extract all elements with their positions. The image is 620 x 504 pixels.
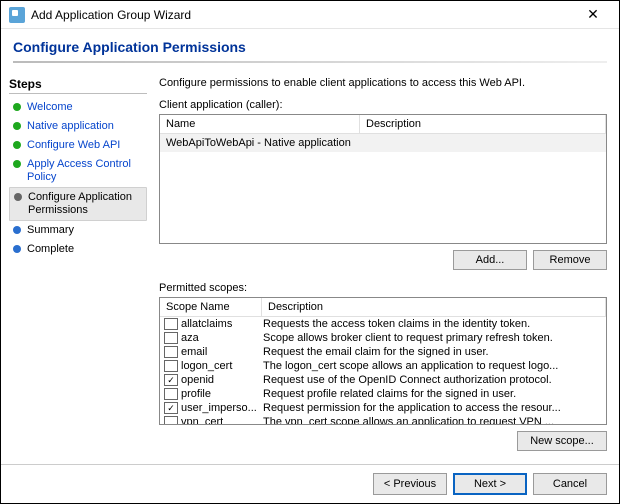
client-app-label: Client application (caller): [159, 99, 607, 111]
scope-description: The vpn_cert scope allows an application… [263, 416, 606, 424]
main-panel: Configure permissions to enable client a… [151, 71, 619, 464]
permitted-scopes-label: Permitted scopes: [159, 282, 607, 294]
client-row-description [360, 134, 372, 152]
step-welcome[interactable]: Welcome [9, 98, 147, 117]
scope-row[interactable]: ✓user_imperso...Request permission for t… [160, 401, 606, 415]
new-scope-button[interactable]: New scope... [517, 431, 607, 451]
scopes-list[interactable]: Scope Name Description allatclaimsReques… [159, 297, 607, 425]
client-columns: Name Description [160, 115, 606, 134]
steps-heading: Steps [9, 77, 147, 91]
scope-checkbox[interactable] [164, 416, 178, 424]
scope-name: email [181, 346, 263, 358]
step-bullet-icon [13, 160, 21, 168]
close-icon[interactable]: ✕ [575, 6, 611, 23]
page-header: Configure Application Permissions [1, 29, 619, 71]
step-bullet-icon [13, 141, 21, 149]
scope-checkbox[interactable] [164, 318, 178, 330]
scope-description: Request the email claim for the signed i… [263, 346, 606, 358]
scope-description: Request use of the OpenID Connect author… [263, 374, 606, 386]
scope-col-description[interactable]: Description [262, 298, 606, 316]
step-configure-application-permissions: Configure Application Permissions [9, 187, 147, 221]
client-row[interactable]: WebApiToWebApi - Native application [160, 134, 606, 152]
steps-sidebar: Steps Welcome Native application Configure… [1, 71, 151, 464]
previous-button[interactable]: < Previous [373, 473, 447, 495]
app-icon [9, 7, 25, 23]
scope-row[interactable]: allatclaimsRequests the access token cla… [160, 317, 606, 331]
step-label: Configure Application Permissions [28, 191, 142, 217]
step-complete: Complete [9, 240, 147, 259]
scope-name: user_imperso... [181, 402, 263, 414]
page-title: Configure Application Permissions [13, 39, 607, 55]
step-native-application[interactable]: Native application [9, 117, 147, 136]
wizard-footer: < Previous Next > Cancel [1, 464, 619, 503]
scope-name: allatclaims [181, 318, 263, 330]
scope-col-name[interactable]: Scope Name [160, 298, 262, 316]
step-bullet-icon [13, 122, 21, 130]
scope-checkbox[interactable] [164, 360, 178, 372]
scope-row[interactable]: ✓openidRequest use of the OpenID Connect… [160, 373, 606, 387]
wizard-window: Add Application Group Wizard ✕ Configure… [0, 0, 620, 504]
description-text: Configure permissions to enable client a… [159, 77, 607, 89]
titlebar: Add Application Group Wizard ✕ [1, 1, 619, 29]
scope-row[interactable]: azaScope allows broker client to request… [160, 331, 606, 345]
step-label: Native application [27, 120, 114, 133]
window-title: Add Application Group Wizard [31, 8, 575, 22]
scope-checkbox[interactable]: ✓ [164, 402, 178, 414]
scope-description: Requests the access token claims in the … [263, 318, 606, 330]
client-col-name[interactable]: Name [160, 115, 360, 133]
scope-checkbox[interactable] [164, 332, 178, 344]
remove-button[interactable]: Remove [533, 250, 607, 270]
scope-description: Request profile related claims for the s… [263, 388, 606, 400]
scope-row[interactable]: profileRequest profile related claims fo… [160, 387, 606, 401]
client-app-list[interactable]: Name Description WebApiToWebApi - Native… [159, 114, 607, 244]
step-configure-web-api[interactable]: Configure Web API [9, 136, 147, 155]
step-apply-access-control-policy[interactable]: Apply Access Control Policy [9, 155, 147, 187]
step-label: Complete [27, 243, 74, 256]
client-col-description[interactable]: Description [360, 115, 606, 133]
scope-checkbox[interactable]: ✓ [164, 374, 178, 386]
step-label: Welcome [27, 101, 73, 114]
step-label: Summary [27, 224, 74, 237]
scope-checkbox[interactable] [164, 388, 178, 400]
scope-row[interactable]: vpn_certThe vpn_cert scope allows an app… [160, 415, 606, 424]
scope-checkbox[interactable] [164, 346, 178, 358]
next-button[interactable]: Next > [453, 473, 527, 495]
cancel-button[interactable]: Cancel [533, 473, 607, 495]
scope-name: vpn_cert [181, 416, 263, 424]
step-bullet-icon [13, 103, 21, 111]
step-summary: Summary [9, 221, 147, 240]
step-bullet-icon [14, 193, 22, 201]
client-row-name: WebApiToWebApi - Native application [160, 134, 360, 152]
step-bullet-icon [13, 226, 21, 234]
scope-description: Scope allows broker client to request pr… [263, 332, 606, 344]
step-label: Apply Access Control Policy [27, 158, 143, 184]
scope-name: openid [181, 374, 263, 386]
scope-row[interactable]: emailRequest the email claim for the sig… [160, 345, 606, 359]
add-button[interactable]: Add... [453, 250, 527, 270]
scope-name: profile [181, 388, 263, 400]
scope-name: aza [181, 332, 263, 344]
scope-description: The logon_cert scope allows an applicati… [263, 360, 606, 372]
step-bullet-icon [13, 245, 21, 253]
steps-rule [9, 93, 147, 94]
scope-row[interactable]: logon_certThe logon_cert scope allows an… [160, 359, 606, 373]
header-rule [13, 61, 607, 63]
step-label: Configure Web API [27, 139, 120, 152]
scope-description: Request permission for the application t… [263, 402, 606, 414]
scope-name: logon_cert [181, 360, 263, 372]
scope-columns: Scope Name Description [160, 298, 606, 317]
